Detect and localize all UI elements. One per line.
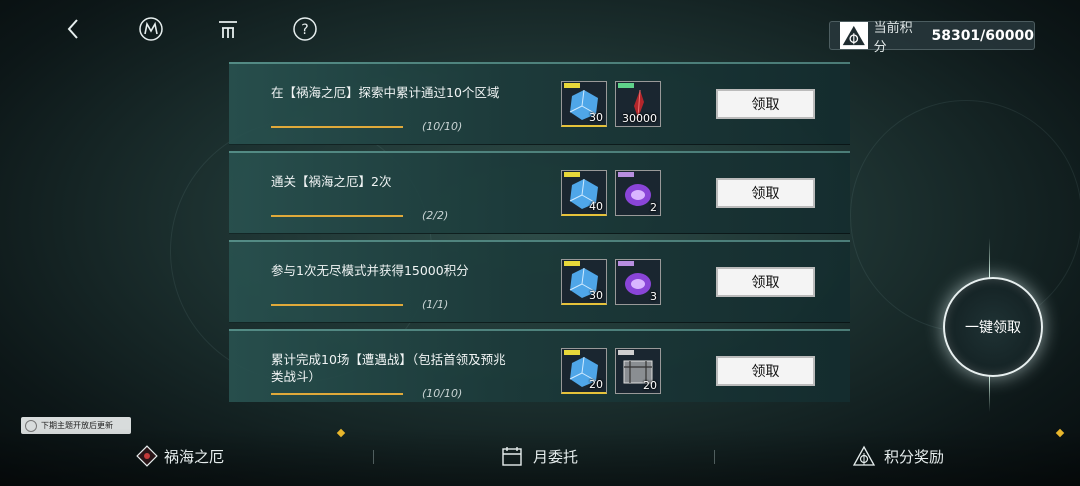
rarity-tag	[564, 83, 580, 88]
task-row: 累计完成10场【遭遇战】（包括首领及预兆类战斗） (10/10) 20 20 领…	[229, 329, 850, 402]
question-icon: ?	[293, 17, 317, 41]
progress-bar	[271, 304, 403, 306]
score-label: 当前积分	[873, 20, 913, 55]
claim-button[interactable]: 领取	[716, 267, 815, 297]
m-logo-button[interactable]	[136, 14, 166, 44]
claim-button[interactable]: 领取	[716, 356, 815, 386]
tab-points-rewards[interactable]: 积分奖励	[852, 442, 944, 470]
divider	[373, 450, 374, 464]
points-emblem-icon	[840, 22, 868, 49]
reward-qty: 3	[650, 290, 657, 303]
points-emblem-icon	[852, 445, 876, 466]
chevron-left-icon	[67, 19, 78, 39]
reward-qty: 30	[589, 111, 603, 124]
rarity-tag	[564, 261, 580, 266]
decor-line	[989, 372, 990, 412]
rarity-tag	[564, 350, 580, 355]
rarity-tag	[618, 83, 634, 88]
calendar-icon	[502, 447, 522, 466]
task-title: 累计完成10场【遭遇战】（包括首领及预兆类战斗）	[271, 352, 506, 384]
reward-purple-orb[interactable]: 2	[615, 170, 661, 216]
divider	[714, 450, 715, 464]
task-row: 参与1次无尽模式并获得15000积分 (1/1) 30 3 领取	[229, 240, 850, 323]
reward-blue-cube[interactable]: 30	[561, 81, 607, 127]
progress-bar	[271, 126, 403, 128]
reward-blue-cube[interactable]: 20	[561, 348, 607, 394]
progress-text: (2/2)	[422, 209, 449, 222]
progress-bar	[271, 393, 403, 395]
task-title: 通关【祸海之厄】2次	[271, 174, 392, 189]
reward-blue-cube[interactable]: 30	[561, 259, 607, 305]
task-row: 在【祸海之厄】探索中累计通过10个区域 (10/10) 30 30000 领取	[229, 62, 850, 145]
reward-blue-cube[interactable]: 40	[561, 170, 607, 216]
reward-qty: 2	[650, 201, 657, 214]
progress-text: (10/10)	[422, 387, 463, 400]
svg-text:?: ?	[301, 22, 308, 38]
rarity-tag	[618, 261, 634, 266]
task-list[interactable]: 在【祸海之厄】探索中累计通过10个区域 (10/10) 30 30000 领取 …	[229, 62, 852, 402]
progress-bar	[271, 215, 403, 217]
m-logo-icon	[139, 17, 163, 41]
reward-qty: 30	[589, 289, 603, 302]
progress-text: (10/10)	[422, 120, 463, 133]
reward-grey-box[interactable]: 20	[615, 348, 661, 394]
rarity-tag	[564, 172, 580, 177]
task-title: 在【祸海之厄】探索中累计通过10个区域	[271, 85, 500, 100]
list-icon	[219, 21, 237, 38]
tab-monthly-commission[interactable]: 月委托	[501, 442, 578, 470]
claim-button[interactable]: 领取	[716, 89, 815, 119]
claim-all-button[interactable]: 一键领取	[943, 277, 1043, 377]
back-button[interactable]	[58, 14, 88, 44]
claim-button[interactable]: 领取	[716, 178, 815, 208]
tab-label: 月委托	[533, 447, 579, 466]
reward-qty: 30000	[622, 112, 657, 125]
rarity-tag	[618, 350, 634, 355]
bottom-nav: 祸海之厄 月委托 积分奖励	[0, 428, 1080, 486]
rarity-tag	[618, 172, 634, 177]
reward-qty: 20	[589, 378, 603, 391]
help-button[interactable]: ?	[290, 14, 320, 44]
reward-red-crystal[interactable]: 30000	[615, 81, 661, 127]
task-row: 通关【祸海之厄】2次 (2/2) 40 2 领取	[229, 151, 850, 234]
task-title: 参与1次无尽模式并获得15000积分	[271, 263, 469, 278]
list-button[interactable]	[213, 14, 243, 44]
calamity-emblem-icon	[136, 445, 158, 467]
reward-qty: 40	[589, 200, 603, 213]
tab-label: 祸海之厄	[164, 447, 225, 466]
score-value: 58301/60000	[931, 27, 1034, 44]
tab-calamity-sea[interactable]: 祸海之厄	[136, 442, 224, 470]
score-panel: 当前积分 58301/60000	[829, 21, 1035, 55]
decor-line	[989, 238, 990, 278]
reward-purple-orb[interactable]: 3	[615, 259, 661, 305]
tab-label: 积分奖励	[884, 447, 945, 466]
reward-qty: 20	[643, 379, 657, 392]
progress-text: (1/1)	[422, 298, 449, 311]
